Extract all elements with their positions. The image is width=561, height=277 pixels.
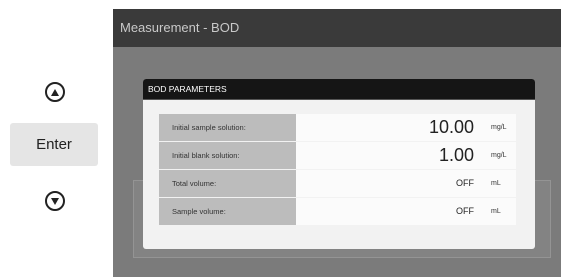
device-screen: Measurement - BOD BOD PARAMETERS Initial… <box>113 9 561 277</box>
enter-button[interactable]: Enter <box>10 123 98 166</box>
triangle-up-icon <box>51 88 59 96</box>
triangle-down-icon <box>51 197 59 205</box>
parameter-value: 1.00 <box>438 145 474 165</box>
parameter-value: OFF <box>456 178 474 188</box>
parameter-unit: mL <box>491 180 501 187</box>
parameter-row-total-volume[interactable]: Total volume: OFF mL <box>159 170 516 197</box>
parameter-label: Total volume: <box>159 170 296 197</box>
parameter-unit: mL <box>491 208 501 215</box>
enter-button-label: Enter <box>36 136 72 153</box>
parameter-value-cell[interactable]: OFF mL <box>296 198 516 225</box>
dialog-title: BOD PARAMETERS <box>143 79 535 100</box>
parameter-value-cell[interactable]: OFF mL <box>296 170 516 197</box>
parameter-value-cell[interactable]: 10.00 mg/L <box>296 114 516 141</box>
down-button[interactable] <box>45 191 65 211</box>
parameter-label: Sample volume: <box>159 198 296 225</box>
bod-parameters-dialog: BOD PARAMETERS Initial sample solution: … <box>143 79 535 249</box>
up-button[interactable] <box>45 82 65 102</box>
parameter-value: OFF <box>456 206 474 216</box>
parameter-label: Initial blank solution: <box>159 142 296 169</box>
parameters-table: Initial sample solution: 10.00 mg/L Init… <box>159 114 516 226</box>
screen-title: Measurement - BOD <box>113 9 561 47</box>
parameter-unit: mg/L <box>491 124 507 131</box>
parameter-unit: mg/L <box>491 152 507 159</box>
parameter-row-initial-blank[interactable]: Initial blank solution: 1.00 mg/L <box>159 142 516 169</box>
parameter-value-cell[interactable]: 1.00 mg/L <box>296 142 516 169</box>
parameter-value: 10.00 <box>428 117 474 137</box>
parameter-row-sample-volume[interactable]: Sample volume: OFF mL <box>159 198 516 225</box>
parameter-row-initial-sample[interactable]: Initial sample solution: 10.00 mg/L <box>159 114 516 141</box>
parameter-label: Initial sample solution: <box>159 114 296 141</box>
